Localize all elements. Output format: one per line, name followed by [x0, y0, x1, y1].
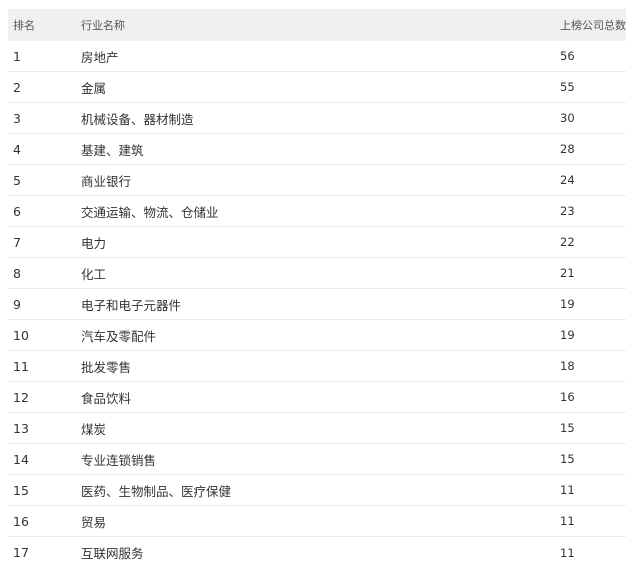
rank-cell: 13 [13, 420, 29, 436]
header-industry: 行业名称 [81, 19, 125, 32]
rank-cell: 12 [13, 389, 29, 405]
industry-cell: 交通运输、物流、仓储业 [81, 204, 219, 220]
count-cell: 30 [560, 111, 575, 125]
industry-cell: 食品饮料 [81, 390, 132, 406]
table-row: 1 房地产 56 [8, 41, 626, 72]
table-row: 6 交通运输、物流、仓储业 23 [8, 196, 626, 227]
industry-cell: 互联网服务 [81, 546, 144, 561]
table-row: 10 汽车及零配件 19 [8, 320, 626, 351]
rank-cell: 14 [13, 451, 29, 467]
industry-cell: 金属 [81, 80, 107, 96]
industry-cell: 房地产 [81, 49, 119, 65]
rank-cell: 11 [13, 358, 29, 374]
table-row: 2 金属 55 [8, 72, 626, 103]
rank-cell: 3 [13, 110, 21, 126]
industry-cell: 煤炭 [81, 421, 107, 437]
table-row: 17 互联网服务 11 [8, 537, 626, 568]
count-cell: 22 [560, 235, 575, 249]
rank-cell: 17 [13, 545, 29, 560]
table-header: 排名 行业名称 上榜公司总数 [8, 9, 626, 41]
table-row: 7 电力 22 [8, 227, 626, 258]
count-cell: 15 [560, 421, 575, 435]
table-row: 11 批发零售 18 [8, 351, 626, 382]
table-row: 9 电子和电子元器件 19 [8, 289, 626, 320]
header-rank: 排名 [13, 19, 35, 32]
count-cell: 11 [560, 483, 575, 497]
table-row: 15 医药、生物制品、医疗保健 11 [8, 475, 626, 506]
industry-cell: 批发零售 [81, 359, 132, 375]
table-row: 14 专业连锁销售 15 [8, 444, 626, 475]
count-cell: 11 [560, 514, 575, 528]
table-row: 12 食品饮料 16 [8, 382, 626, 413]
table-row: 13 煤炭 15 [8, 413, 626, 444]
count-cell: 16 [560, 390, 575, 404]
rank-cell: 4 [13, 141, 21, 157]
rank-cell: 9 [13, 296, 21, 312]
rank-cell: 16 [13, 513, 29, 529]
table-row: 4 基建、建筑 28 [8, 134, 626, 165]
count-cell: 19 [560, 328, 575, 342]
industry-cell: 汽车及零配件 [81, 328, 157, 344]
rank-cell: 8 [13, 265, 21, 281]
table-row: 8 化工 21 [8, 258, 626, 289]
count-cell: 19 [560, 297, 575, 311]
header-count: 上榜公司总数 [560, 19, 626, 32]
industry-cell: 机械设备、器材制造 [81, 111, 194, 127]
industry-ranking-table: 排名 行业名称 上榜公司总数 1 房地产 56 2 金属 55 3 机械设备、器材制造 30 4 基… [8, 9, 626, 568]
table-row: 5 商业银行 24 [8, 165, 626, 196]
industry-cell: 专业连锁销售 [81, 452, 157, 468]
rank-cell: 6 [13, 203, 21, 219]
table-row: 16 贸易 11 [8, 506, 626, 537]
count-cell: 24 [560, 173, 575, 187]
count-cell: 28 [560, 142, 575, 156]
rank-cell: 7 [13, 234, 21, 250]
count-cell: 11 [560, 545, 575, 560]
industry-cell: 电力 [81, 235, 107, 251]
rank-cell: 15 [13, 482, 29, 498]
count-cell: 15 [560, 452, 575, 466]
industry-cell: 电子和电子元器件 [81, 297, 182, 313]
count-cell: 23 [560, 204, 575, 218]
table-body: 1 房地产 56 2 金属 55 3 机械设备、器材制造 30 4 基建、建筑 28 5 商业银行 24 6 交… [8, 41, 626, 568]
industry-cell: 商业银行 [81, 173, 132, 189]
industry-cell: 基建、建筑 [81, 142, 144, 158]
industry-cell: 贸易 [81, 514, 107, 530]
rank-cell: 5 [13, 172, 21, 188]
rank-cell: 1 [13, 48, 21, 64]
industry-cell: 医药、生物制品、医疗保健 [81, 483, 232, 499]
count-cell: 56 [560, 49, 575, 63]
count-cell: 18 [560, 359, 575, 373]
rank-cell: 10 [13, 327, 29, 343]
table-row: 3 机械设备、器材制造 30 [8, 103, 626, 134]
industry-cell: 化工 [81, 266, 107, 282]
count-cell: 21 [560, 266, 575, 280]
count-cell: 55 [560, 80, 575, 94]
rank-cell: 2 [13, 79, 21, 95]
